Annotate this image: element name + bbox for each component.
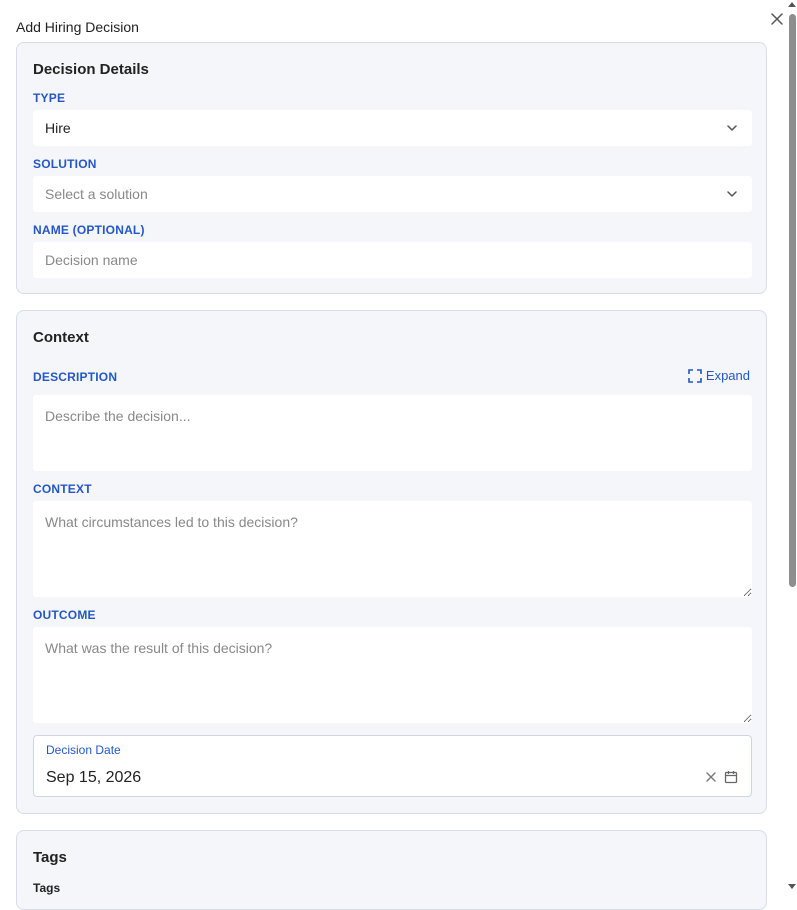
type-select-value: Hire — [45, 120, 71, 136]
type-select[interactable]: Hire — [33, 110, 752, 146]
close-button[interactable] — [768, 10, 786, 28]
outcome-label: OUTCOME — [33, 608, 96, 622]
scroll-down-arrow-icon[interactable] — [788, 884, 796, 889]
expand-icon — [688, 368, 702, 383]
chevron-down-icon — [727, 191, 737, 197]
solution-select[interactable]: Select a solution — [33, 176, 752, 212]
decision-details-card: Decision Details TYPE Hire SOLUTION Sele… — [16, 42, 767, 294]
type-label: TYPE — [33, 91, 66, 105]
description-textarea[interactable] — [33, 395, 752, 471]
scroll-up-arrow-icon[interactable] — [788, 2, 796, 7]
clear-icon[interactable] — [705, 771, 717, 783]
decision-date-value: Sep 15, 2026 — [46, 769, 142, 786]
description-label: DESCRIPTION — [33, 370, 118, 384]
tags-card: Tags Tags — [16, 830, 767, 910]
decision-date-label: Decision Date — [46, 743, 121, 757]
decision-name-input[interactable] — [33, 242, 752, 278]
solution-select-placeholder: Select a solution — [45, 186, 148, 202]
scrollbar-thumb[interactable] — [789, 14, 796, 587]
name-label: NAME (OPTIONAL) — [33, 223, 145, 237]
context-label: CONTEXT — [33, 482, 92, 496]
context-title: Context — [33, 329, 89, 346]
calendar-icon[interactable] — [724, 770, 738, 784]
modal-title: Add Hiring Decision — [16, 19, 139, 35]
tags-label: Tags — [33, 881, 61, 895]
expand-button[interactable]: Expand — [688, 368, 750, 383]
expand-label: Expand — [705, 368, 750, 383]
solution-label: SOLUTION — [33, 157, 97, 171]
tags-title: Tags — [33, 849, 67, 866]
decision-date-field[interactable]: Decision Date Sep 15, 2026 — [33, 735, 752, 797]
decision-details-title: Decision Details — [33, 61, 149, 78]
outcome-textarea[interactable] — [33, 627, 752, 723]
close-icon — [771, 13, 783, 25]
chevron-down-icon — [727, 125, 737, 131]
context-card: Context DESCRIPTION Expand CONTEXT OUTCO… — [16, 310, 767, 814]
context-textarea[interactable] — [33, 501, 752, 597]
